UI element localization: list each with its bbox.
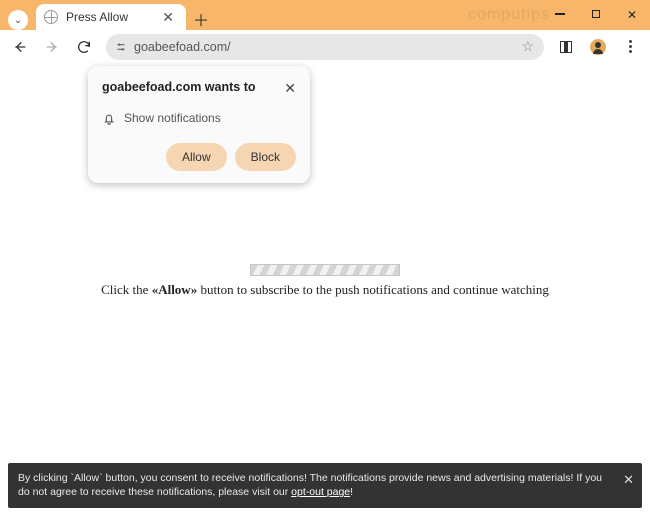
consent-close-icon[interactable]: ✕ xyxy=(623,471,634,489)
message-strong: «Allow» xyxy=(152,282,198,297)
minimize-button[interactable] xyxy=(542,0,578,28)
permission-title: goabeefoad.com wants to xyxy=(102,80,256,94)
permission-notification-label: Show notifications xyxy=(124,111,221,125)
toolbar: goabeefoad.com/ ☆ xyxy=(0,30,650,64)
bookmark-star-icon[interactable]: ☆ xyxy=(521,38,534,55)
message-prefix: Click the xyxy=(101,282,152,297)
page-message: Click the «Allow» button to subscribe to… xyxy=(0,282,650,298)
message-suffix: button to subscribe to the push notifica… xyxy=(197,282,549,297)
side-panel-button[interactable] xyxy=(552,33,580,61)
arrow-left-icon xyxy=(12,39,28,55)
new-tab-button[interactable]: ＋ xyxy=(190,8,212,30)
watermark-text: computips xyxy=(468,6,550,24)
arrow-right-icon xyxy=(44,39,60,55)
account-icon xyxy=(590,39,606,55)
allow-button[interactable]: Allow xyxy=(166,143,227,171)
account-button[interactable] xyxy=(584,33,612,61)
consent-text-after: ! xyxy=(350,486,353,498)
kebab-menu-button[interactable] xyxy=(616,33,644,61)
browser-chrome: ⌄ Press Allow ✕ ＋ computips goabeefoad.c xyxy=(0,0,650,64)
notification-permission-dialog: goabeefoad.com wants to ✕ Show notificat… xyxy=(88,66,310,183)
window-controls xyxy=(542,0,650,28)
block-button[interactable]: Block xyxy=(235,143,296,171)
title-bar: ⌄ Press Allow ✕ ＋ computips xyxy=(0,0,650,30)
page-content: goabeefoad.com wants to ✕ Show notificat… xyxy=(0,64,650,516)
browser-tab[interactable]: Press Allow ✕ xyxy=(36,4,186,30)
forward-button[interactable] xyxy=(38,33,66,61)
site-settings-icon[interactable] xyxy=(114,40,128,54)
reload-icon xyxy=(76,39,92,55)
close-tab-icon[interactable]: ✕ xyxy=(160,9,176,26)
url-text: goabeefoad.com/ xyxy=(134,40,521,54)
window-close-button[interactable] xyxy=(614,0,650,28)
address-bar[interactable]: goabeefoad.com/ ☆ xyxy=(106,34,544,60)
chevron-down-icon: ⌄ xyxy=(14,15,22,26)
kebab-icon xyxy=(629,40,632,53)
globe-icon xyxy=(44,10,58,24)
close-icon[interactable]: ✕ xyxy=(284,80,296,97)
browser-menu-badge[interactable]: ⌄ xyxy=(8,10,28,30)
maximize-button[interactable] xyxy=(578,0,614,28)
tab-title: Press Allow xyxy=(66,10,160,24)
opt-out-link[interactable]: opt-out page xyxy=(291,486,350,498)
panel-icon xyxy=(560,41,572,53)
back-button[interactable] xyxy=(6,33,34,61)
reload-button[interactable] xyxy=(70,33,98,61)
consent-bar: By clicking `Allow` button, you consent … xyxy=(8,463,642,508)
bell-icon xyxy=(102,112,114,124)
progress-bar xyxy=(250,264,400,276)
